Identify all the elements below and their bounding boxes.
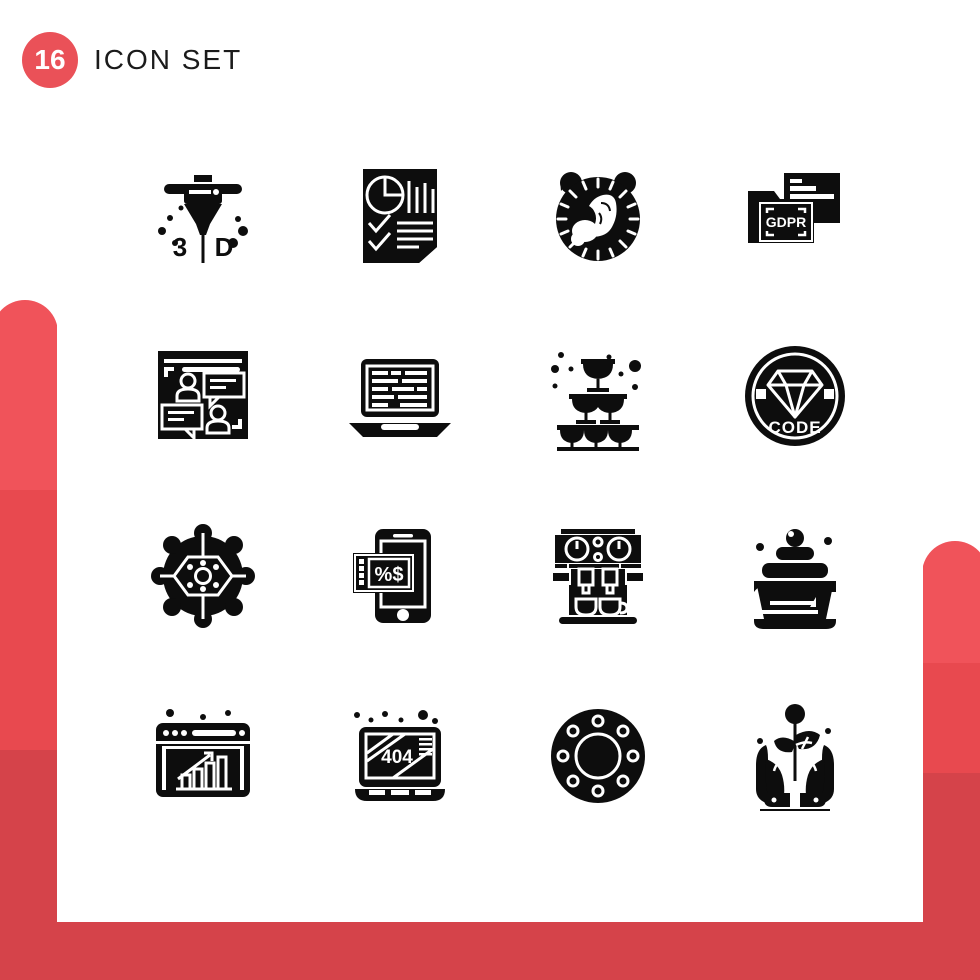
icon-cell-5[interactable] [104,306,302,486]
icon-cell-4[interactable]: GDPR [697,126,895,306]
browser-growth-chart-icon [155,709,250,797]
laptop-404-error-icon: 404 [354,710,446,801]
icon-cell-2[interactable] [302,126,500,306]
icon-set-card: 16 Icon Set [22,0,923,922]
red-stripe-right-mid [922,663,980,773]
wheel-flange-disc-icon [550,709,645,803]
poster-header: 16 Icon Set [22,32,242,88]
icon-cell-11[interactable] [499,486,697,666]
icon-cell-6[interactable] [302,306,500,486]
icon-cell-15[interactable] [499,666,697,846]
svg-text:3: 3 [173,232,187,262]
icon-set-poster: 16 Icon Set [0,0,980,980]
svg-text:D: D [214,232,233,262]
nanotechnology-network-icon [150,524,255,628]
analytics-report-document-icon [363,169,438,263]
hands-holding-plant-icon [756,704,835,811]
mobile-discount-coupon-icon: %$ [353,529,432,623]
pregnancy-clock-icon [555,172,640,261]
svg-text:GDPR: GDPR [766,214,806,230]
svg-text:404: 404 [381,747,413,768]
icon-cell-16[interactable] [697,666,895,846]
3d-printer-nozzle-icon: 3 D [157,175,248,263]
icon-cell-12[interactable] [697,486,895,666]
icon-cell-10[interactable]: %$ [302,486,500,666]
champagne-glass-tower-icon [550,352,641,451]
svg-text:%$: %$ [375,564,404,586]
diamond-code-badge-icon: CODE [745,346,846,446]
icon-grid: 3 D GDPR CODE %$ 404 [104,126,894,846]
red-bar-bottom [0,922,980,980]
cake-cherry-icon [754,529,837,629]
icon-cell-7[interactable] [499,306,697,486]
icon-cell-3[interactable] [499,126,697,306]
icon-cell-9[interactable] [104,486,302,666]
page-title: Icon Set [94,44,243,75]
espresso-coffee-machine-icon [552,529,643,624]
icon-cell-8[interactable]: CODE [697,306,895,486]
icon-cell-1[interactable]: 3 D [104,126,302,306]
online-chat-forum-icon [157,351,248,442]
icon-cell-14[interactable]: 404 [302,666,500,846]
gdpr-folder-icon: GDPR [748,173,841,243]
svg-text:CODE: CODE [769,418,822,437]
icon-cell-13[interactable] [104,666,302,846]
red-stripe-left-mid [0,490,58,750]
laptop-code-icon [349,359,452,437]
icon-count-badge: 16 [22,32,78,88]
